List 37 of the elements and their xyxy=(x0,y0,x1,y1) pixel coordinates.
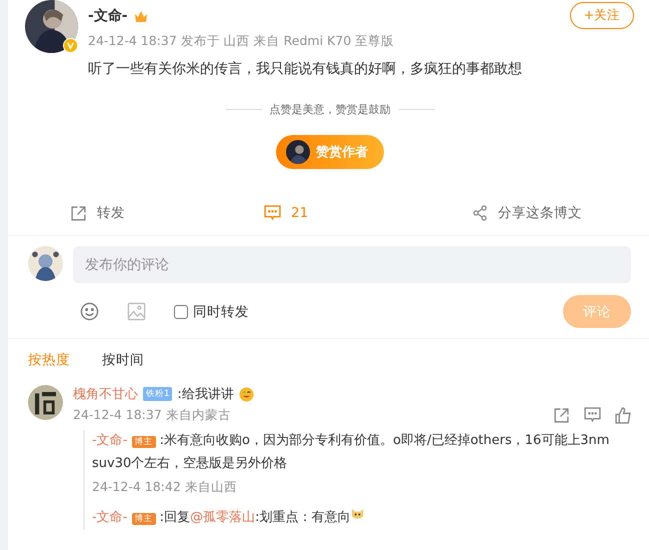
cat-face-icon xyxy=(350,506,366,521)
reply-text: -文命- 博主 :米有意向收购o，因为部分专利有价值。o即将/已经掉others，16可能上3nm suv30个左右，空悬版是另外价格 xyxy=(92,432,610,473)
reply-author[interactable]: -文命- xyxy=(92,510,128,525)
author-badge: 博主 xyxy=(132,436,156,448)
author-name[interactable]: -文命- xyxy=(88,7,128,25)
commenter-name[interactable]: 槐角不甘心 xyxy=(73,385,138,403)
follow-button[interactable]: +关注 xyxy=(570,2,634,29)
smiley-icon xyxy=(238,386,254,402)
sort-tab[interactable]: 按热度 xyxy=(28,351,70,369)
comment-icon xyxy=(584,407,601,423)
smiley-icon[interactable] xyxy=(80,302,99,321)
fan-badge: 铁粉1 xyxy=(143,387,172,401)
action-button[interactable]: 分享这条博文 xyxy=(472,204,582,222)
repost-checkbox[interactable]: 同时转发 xyxy=(174,302,249,320)
sort-tab[interactable]: 按时间 xyxy=(102,351,144,369)
thumbs-up-icon[interactable] xyxy=(615,407,632,424)
share-icon xyxy=(472,205,488,221)
comment-field[interactable]: 发布你的评论 xyxy=(73,246,631,283)
reply-author[interactable]: -文命- xyxy=(92,433,128,448)
action-button[interactable]: 21 xyxy=(264,205,308,221)
reply-text: -文命- 博主 :回复@孤零落山:划重点：有意向 xyxy=(92,506,632,530)
post-meta: 24-12-4 18:37 发布于 山西 来自 Redmi K70 至尊版 xyxy=(88,33,396,50)
mention-link[interactable]: @孤零落山 xyxy=(190,510,256,525)
post-text: 听了一些有关你米的传言，我只能说有钱真的好啊，多疯狂的事都敢想 xyxy=(88,60,523,78)
crown-icon xyxy=(134,10,148,22)
action-button[interactable]: 转发 xyxy=(70,204,125,222)
external-link-icon xyxy=(70,204,87,222)
reward-caption: 点赞是美意，赞赏是鼓励 xyxy=(270,102,390,117)
comment-meta: 24-12-4 18:37 来自内蒙古 xyxy=(73,407,231,424)
verified-badge-icon xyxy=(63,38,78,53)
reply-meta: 24-12-4 18:42 来自山西 xyxy=(92,479,237,496)
image-icon[interactable] xyxy=(127,302,146,321)
external-link-icon xyxy=(553,407,570,424)
reward-button[interactable]: 赞赏作者 xyxy=(276,135,384,169)
comment-icon xyxy=(264,205,281,221)
author-badge: 博主 xyxy=(132,513,156,525)
comment-text: :给我讲讲 xyxy=(177,386,234,403)
